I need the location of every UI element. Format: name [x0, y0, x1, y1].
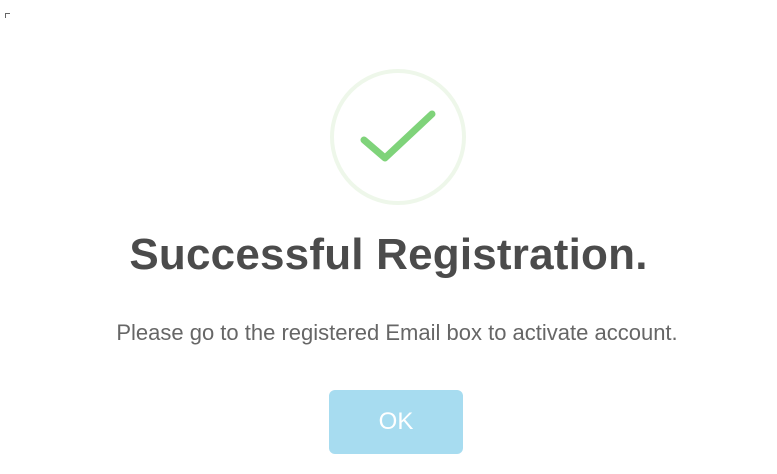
- activation-message: Please go to the registered Email box to…: [116, 320, 678, 345]
- registration-success-page: Successful Registration. Please go to th…: [0, 0, 777, 474]
- checkmark-icon: [358, 106, 438, 168]
- page-title: Successful Registration.: [129, 230, 648, 279]
- success-badge: [330, 69, 466, 205]
- corner-mark: [5, 13, 10, 18]
- ok-button[interactable]: OK: [329, 390, 463, 454]
